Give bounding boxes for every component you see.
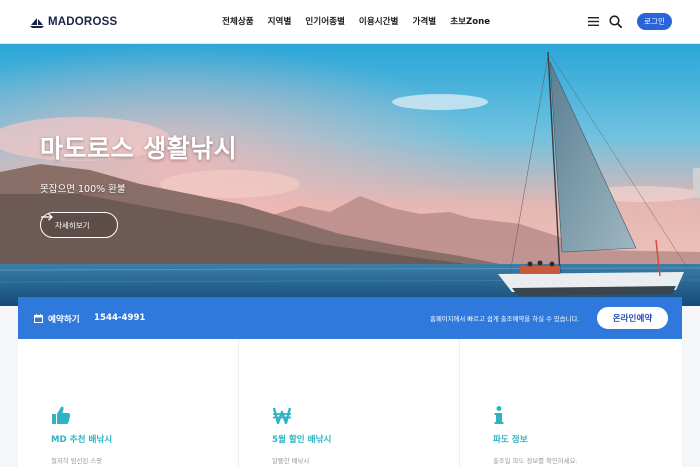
arrow-right-icon (41, 213, 53, 221)
nav-item-by-time[interactable]: 이용시간별 (359, 15, 399, 27)
card-md-recommend[interactable]: MD 추천 배낚시 철저히 엄선된 스팟 (18, 339, 239, 467)
calendar-icon (34, 314, 43, 323)
main-nav: 전체상품 지역별 인기어종별 이용시간별 가격별 초보Zone (222, 15, 490, 27)
search-icon[interactable] (609, 15, 622, 28)
boat-logo-icon (30, 18, 44, 28)
hamburger-menu-icon[interactable] (588, 16, 599, 27)
login-button[interactable]: 로그인 (637, 13, 672, 30)
logo-text: MADOROSS (48, 16, 118, 28)
card-description: 출조일 파도 정보를 확인하세요. (493, 457, 578, 465)
nav-item-by-region[interactable]: 지역별 (268, 15, 292, 27)
card-may-discount[interactable]: 5월 할인 배낚시 알뜰한 배낚시 (239, 339, 460, 467)
booking-notice: 홈페이지에서 빠르고 쉽게 출조예약을 하실 수 있습니다. (430, 315, 580, 323)
card-wave-info[interactable]: 파도 정보 출조일 파도 정보를 확인하세요. (460, 339, 681, 467)
nav-item-by-fish[interactable]: 인기어종별 (305, 15, 345, 27)
won-icon (272, 407, 292, 425)
logo[interactable]: MADOROSS (30, 13, 117, 31)
card-title: 파도 정보 (493, 435, 528, 445)
nav-item-all-products[interactable]: 전체상품 (222, 15, 254, 27)
thumbs-up-icon (52, 406, 71, 424)
card-description: 알뜰한 배낚시 (272, 457, 310, 465)
hero-details-button[interactable]: 자세히보기 (40, 212, 118, 238)
hero-details-label: 자세히보기 (55, 220, 90, 230)
feature-cards: MD 추천 배낚시 철저히 엄선된 스팟 5월 할인 배낚시 알뜰한 배낚시 파… (18, 339, 682, 467)
booking-bar: 예약하기 1544-4991 홈페이지에서 빠르고 쉽게 출조예약을 하실 수 … (18, 297, 682, 339)
hero-title: 마도로스 생활낚시 (40, 134, 238, 163)
online-booking-button[interactable]: 온라인예약 (597, 307, 668, 329)
info-icon (494, 406, 504, 424)
site-header: MADOROSS 전체상품 지역별 인기어종별 이용시간별 가격별 초보Zone… (0, 0, 700, 44)
nav-item-by-price[interactable]: 가격별 (412, 15, 436, 27)
booking-label: 예약하기 (48, 315, 80, 325)
card-description: 철저히 엄선된 스팟 (51, 457, 103, 465)
side-scroll-tab[interactable] (693, 168, 700, 198)
card-title: MD 추천 배낚시 (51, 435, 113, 445)
nav-item-beginner-zone[interactable]: 초보Zone (450, 15, 490, 27)
hero-background-image (0, 44, 700, 306)
hero-subtitle: 못잡으면 100% 환불 (40, 184, 126, 195)
booking-phone[interactable]: 1544-4991 (94, 313, 145, 323)
card-title: 5월 할인 배낚시 (272, 435, 332, 445)
hero-banner: 마도로스 생활낚시 못잡으면 100% 환불 자세히보기 (0, 44, 700, 306)
